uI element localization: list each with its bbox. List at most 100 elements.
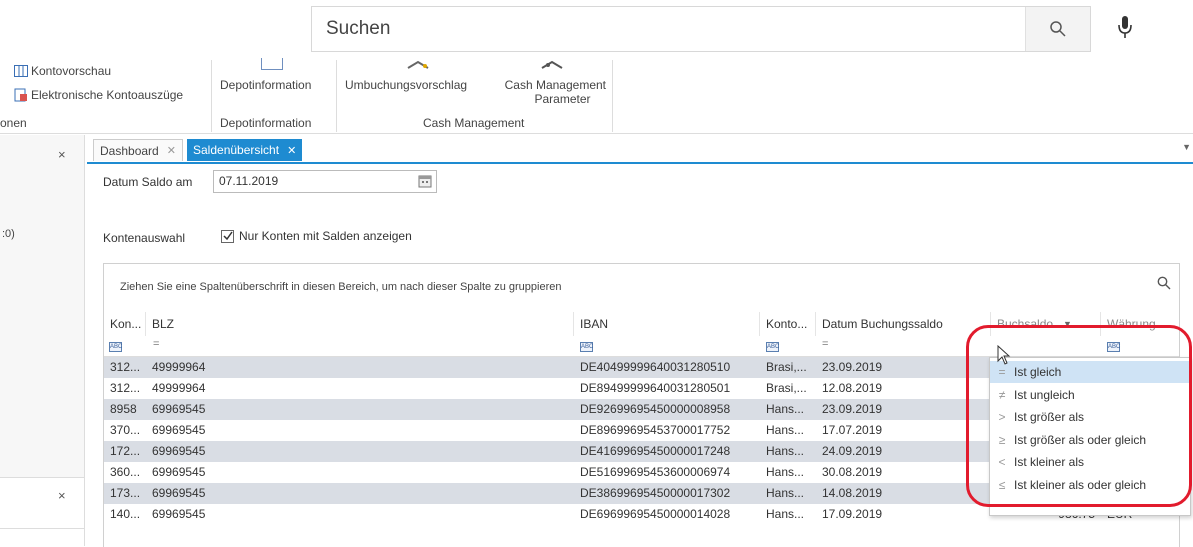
menu-item-label: Ist größer als oder gleich (1014, 432, 1147, 447)
menu-item-ist-ungleich[interactable]: ≠ Ist ungleich (990, 384, 1190, 406)
cell-iban: DE40499999640031280510 (580, 360, 731, 374)
datum-saldo-label: Datum Saldo am (103, 175, 193, 189)
cell-konto: Brasi,... (766, 360, 807, 374)
abc-filter-icon: ABC (1107, 342, 1121, 352)
tab-dashboard[interactable]: Dashboard ✕ (93, 139, 183, 161)
cell-datum: 23.09.2019 (822, 360, 883, 374)
operator-symbol-icon: = (998, 365, 1006, 379)
cell-blz: 69969545 (152, 465, 206, 479)
cell-datum: 12.08.2019 (822, 381, 883, 395)
search-bar[interactable]: Suchen (311, 6, 1091, 52)
column-header-datum-buchungssaldo[interactable]: Datum Buchungssaldo (816, 312, 991, 336)
filter-cell-waehrung[interactable]: ABC (1107, 340, 1120, 352)
cell-kontonummer: 312... (110, 381, 141, 395)
cell-konto: Hans... (766, 402, 805, 416)
cell-iban: DE69699695450000014028 (580, 507, 731, 521)
column-header-iban[interactable]: IBAN (574, 312, 760, 336)
lower-panel-close-icon[interactable]: × (58, 488, 66, 503)
left-pane-item[interactable]: :0) (2, 228, 15, 240)
column-header-blz[interactable]: BLZ (146, 312, 574, 336)
nur-konten-checkbox-label: Nur Konten mit Salden anzeigen (239, 229, 412, 243)
umbuchung-icon (406, 58, 430, 69)
left-pane: × :0) × (0, 135, 85, 547)
tab-dashboard-label: Dashboard (100, 143, 159, 158)
cell-kontonummer: 140... (110, 507, 141, 521)
document-tab-bar: Dashboard ✕ Saldenübersicht ✕ ▼ (87, 136, 1193, 164)
cell-kontonummer: 172... (110, 444, 141, 458)
operator-symbol-icon: ≥ (998, 432, 1006, 447)
cell-blz: 69969545 (152, 507, 206, 521)
ribbon-cash-management-parameter-button[interactable]: Cash Management Parameter (489, 78, 606, 106)
column-header-buchsaldo-label: Buchsaldo (997, 317, 1054, 331)
cell-datum: 17.09.2019 (822, 507, 883, 521)
left-pane-lower-panel: × (0, 477, 84, 547)
filter-cell-kontonummer[interactable]: ABC (109, 340, 122, 352)
ribbon-separator (336, 60, 337, 132)
operator-symbol-icon: > (998, 410, 1006, 424)
filter-cell-iban[interactable]: ABC (580, 340, 593, 352)
cell-iban: DE92699695450000008958 (580, 402, 731, 416)
search-placeholder: Suchen (326, 18, 391, 39)
ribbon-group-cash-management: Cash Management (423, 116, 525, 130)
filter-operator-menu: = Ist gleich ≠ Ist ungleich > Ist größer als ≥… (989, 357, 1191, 516)
menu-item-label: Ist ungleich (1014, 387, 1075, 402)
ribbon-cash-param-line2: Parameter (534, 92, 591, 106)
filter-cell-konto[interactable]: ABC (766, 340, 779, 352)
calendar-icon[interactable] (418, 174, 432, 191)
filter-row: ABC = ABC ABC = ABC (104, 336, 1179, 357)
operator-symbol-icon: ≠ (998, 387, 1006, 402)
column-header-kontonummer[interactable]: Kon... (104, 312, 146, 336)
filter-cell-datum[interactable]: = (822, 338, 828, 350)
cell-datum: 17.07.2019 (822, 423, 883, 437)
tab-dashboard-close-icon[interactable]: ✕ (167, 144, 176, 157)
microphone-button[interactable] (1108, 10, 1142, 44)
cell-iban: DE51699695453600006974 (580, 465, 731, 479)
cell-blz: 69969545 (152, 486, 206, 500)
menu-item-ist-groesser-als[interactable]: > Ist größer als (990, 406, 1190, 428)
menu-item-ist-groesser-als-oder-gleich[interactable]: ≥ Ist größer als oder gleich (990, 429, 1190, 451)
search-button[interactable] (1025, 7, 1090, 51)
tab-overflow-chevron-icon[interactable]: ▼ (1182, 142, 1191, 152)
checkbox-box[interactable] (221, 229, 234, 243)
tab-saldenuebersicht-close-icon[interactable]: ✕ (287, 144, 296, 157)
cell-blz: 69969545 (152, 402, 206, 416)
ribbon-cash-param-line1: Cash Management (504, 78, 606, 92)
operator-symbol-icon: ≤ (998, 477, 1006, 492)
datum-saldo-input[interactable]: 07.11.2019 (213, 170, 437, 193)
abc-filter-icon: ABC (580, 342, 594, 352)
group-panel[interactable]: Ziehen Sie eine Spaltenüberschrift in di… (104, 264, 1179, 308)
column-header-waehrung[interactable]: Währung (1101, 312, 1179, 336)
ribbon-kontoauszuege[interactable]: Elektronische Kontoauszüge (14, 88, 183, 102)
ribbon-kontoauszuege-label: Elektronische Kontoauszüge (31, 88, 184, 102)
filter-cell-blz[interactable]: = (153, 338, 159, 350)
menu-item-ist-kleiner-als-oder-gleich[interactable]: ≤ Ist kleiner als oder gleich (990, 474, 1190, 496)
operator-symbol-icon: < (998, 455, 1006, 469)
cell-konto: Hans... (766, 486, 805, 500)
group-panel-hint: Ziehen Sie eine Spaltenüberschrift in di… (120, 281, 562, 293)
menu-item-label: Ist größer als (1014, 410, 1085, 424)
cell-blz: 69969545 (152, 444, 206, 458)
cell-konto: Brasi,... (766, 381, 807, 395)
ribbon-separator (211, 60, 212, 132)
ribbon-depotinformation-button[interactable]: Depotinformation (220, 78, 311, 92)
cell-blz: 49999964 (152, 360, 206, 374)
column-header-konto[interactable]: Konto... (760, 312, 816, 336)
column-header-buchsaldo[interactable]: Buchsaldo ▼ (991, 312, 1101, 336)
cell-iban: DE41699695450000017248 (580, 444, 731, 458)
ribbon-separator (612, 60, 613, 132)
ribbon-umbuchungsvorschlag-button[interactable]: Umbuchungsvorschlag (345, 78, 467, 92)
nur-konten-checkbox[interactable]: Nur Konten mit Salden anzeigen (221, 229, 412, 243)
cell-kontonummer: 8958 (110, 402, 137, 416)
ribbon-kontovorschau[interactable]: Kontovorschau (14, 64, 111, 78)
grid-search-icon[interactable] (1157, 276, 1171, 293)
cell-konto: Hans... (766, 423, 805, 437)
cell-kontonummer: 173... (110, 486, 141, 500)
abc-filter-icon: ABC (109, 342, 123, 352)
cell-datum: 23.09.2019 (822, 402, 883, 416)
left-pane-close-icon[interactable]: × (58, 147, 66, 162)
column-filter-icon[interactable]: ▼ (1063, 319, 1072, 329)
menu-item-ist-kleiner-als[interactable]: < Ist kleiner als (990, 451, 1190, 473)
cell-konto: Hans... (766, 444, 805, 458)
menu-item-ist-gleich[interactable]: = Ist gleich (990, 361, 1190, 383)
tab-saldenuebersicht[interactable]: Saldenübersicht ✕ (187, 139, 303, 161)
